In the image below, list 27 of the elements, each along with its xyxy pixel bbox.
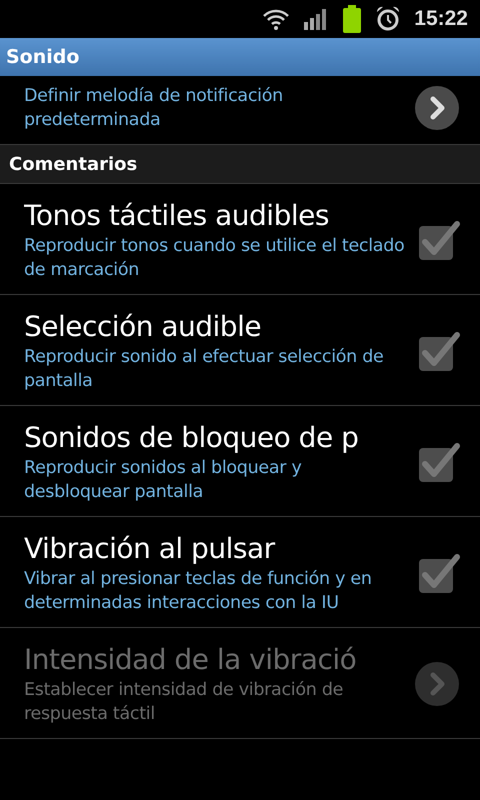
checked-checkbox[interactable] [416, 551, 460, 595]
battery-icon [342, 5, 362, 33]
setting-summary: Vibrar al presionar teclas de función y en determinadas interacciones con la IU [24, 568, 373, 615]
setting-summary: Reproducir sonidos al bloquear y desbloquear pantalla [24, 457, 303, 504]
setting-title: Sonidos de bloqueo de p [24, 420, 360, 456]
checked-checkbox[interactable] [416, 218, 460, 262]
setting-title: Vibración al pulsar [24, 531, 276, 567]
setting-title: Selección audible [24, 309, 262, 345]
clock-time: 15:22 [414, 7, 468, 31]
setting-row[interactable]: Vibración al pulsar Vibrar al presionar teclas de función y en determinadas interacciones con la IU [0, 517, 480, 628]
setting-summary: Definir melodía de notificación predeterminada [24, 85, 284, 132]
setting-title: Tonos táctiles audibles [24, 198, 330, 234]
setting-summary: Establecer intensidad de vibración de respuesta táctil [24, 679, 344, 726]
signal-icon [304, 8, 328, 30]
alarm-clock-icon [376, 6, 400, 32]
setting-summary: Reproducir sonido al efectuar selección de pantalla [24, 346, 385, 393]
checked-checkbox[interactable] [416, 440, 460, 484]
screen-title: Sonido [6, 46, 80, 68]
wifi-icon [262, 8, 290, 30]
setting-summary: Reproducir tonos cuando se utilice el teclado de marcación [24, 235, 406, 282]
category-title: Comentarios [9, 154, 138, 174]
setting-row[interactable]: Tonos táctiles audibles Reproducir tonos cuando se utilice el teclado de marcación [0, 184, 480, 295]
setting-row[interactable]: Sonidos de bloqueo de p Reproducir sonidos al bloquear y desbloquear pantalla [0, 406, 480, 517]
chevron-icon[interactable] [414, 85, 460, 131]
checked-checkbox[interactable] [416, 329, 460, 373]
setting-title: Intensidad de la vibració [24, 642, 358, 678]
setting-row[interactable]: Selección audible Reproducir sonido al efectuar selección de pantalla [0, 295, 480, 406]
